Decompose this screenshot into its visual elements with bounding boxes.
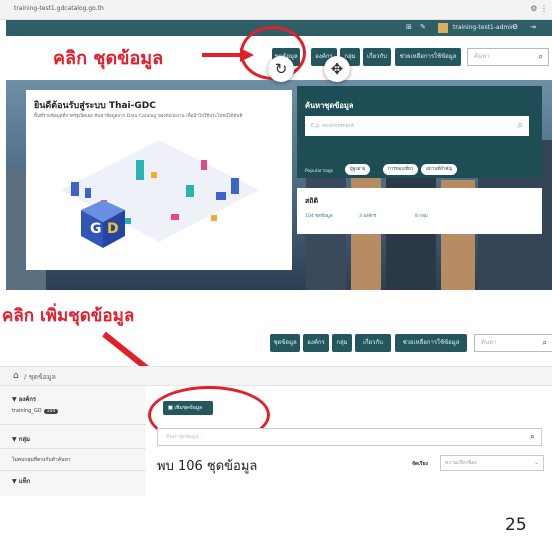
count-badge: 104 bbox=[43, 409, 59, 414]
tag-chip[interactable]: ผู้สูงอายุ bbox=[345, 164, 371, 175]
dataset-search-input[interactable]: E.g. environment ⌕ bbox=[305, 116, 529, 136]
facet-group-heading[interactable]: ▼ กลุ่ม bbox=[12, 434, 30, 444]
search-placeholder: ค้นหา bbox=[474, 53, 490, 60]
welcome-title: ยินดีต้อนรับสู่ระบบ Thai-GDC bbox=[34, 101, 156, 111]
settings-icon[interactable]: ⚙ bbox=[512, 23, 518, 31]
home-icon[interactable]: ⌂ bbox=[13, 371, 19, 381]
slide: training-test1.gdcatalog.go.th ⚙ ⋮ ⊞ ✎ t… bbox=[0, 0, 552, 552]
divider bbox=[0, 448, 146, 449]
stats-card: สถิติ 104 ชุดข้อมูล 3 องค์กร 8 กลุ่ม bbox=[297, 188, 542, 234]
facet-group-empty: ไม่พบกลุ่มที่ตรงกับคำค้นหา bbox=[12, 457, 71, 463]
nav-groups[interactable]: กลุ่ม bbox=[332, 334, 352, 352]
facet-org-name: training_GD bbox=[12, 408, 42, 414]
url-text: training-test1.gdcatalog.go.th bbox=[14, 5, 104, 12]
stat-groups[interactable]: 8 กลุ่ม bbox=[415, 212, 428, 219]
nav-search-input[interactable]: ค้นหา ⌕ bbox=[474, 334, 552, 352]
results-count: พบ 106 ชุดข้อมูล bbox=[157, 459, 258, 474]
edit-icon[interactable]: ✎ bbox=[420, 23, 426, 31]
sort-select[interactable]: ความเกี่ยวข้อง ⌄ bbox=[440, 455, 544, 471]
sort-label: จัดเรียง bbox=[412, 461, 428, 467]
user-name[interactable]: training-test1-admin bbox=[453, 24, 515, 31]
browser-address-bar[interactable]: training-test1.gdcatalog.go.th ⚙ ⋮ bbox=[0, 0, 552, 20]
rotate-icon[interactable]: ↻ bbox=[268, 56, 294, 82]
welcome-card: ยินดีต้อนรับสู่ระบบ Thai-GDC พื้นที่รวมข… bbox=[26, 90, 292, 270]
tag-chip[interactable]: สถานที่สำคัญ bbox=[421, 164, 458, 175]
facet-sidebar: ▼ องค์กร training_GD 104 ▼ กลุ่ม ไม่พบกลุ… bbox=[0, 386, 146, 496]
facet-org-label: องค์กร bbox=[18, 396, 37, 403]
facet-group-label: กลุ่ม bbox=[18, 436, 30, 443]
nav-search-input[interactable]: ค้นหา ⌕ bbox=[467, 48, 549, 66]
move-icon[interactable]: ✥ bbox=[324, 56, 350, 82]
popular-tags-label: Popular tags bbox=[305, 169, 334, 174]
search-placeholder: ค้นหา bbox=[481, 339, 497, 346]
nav-organizations[interactable]: องค์กร bbox=[303, 334, 329, 352]
sort-value: ความเกี่ยวข้อง bbox=[445, 460, 477, 466]
page-number: 25 bbox=[505, 515, 527, 535]
stat-organizations[interactable]: 3 องค์กร bbox=[359, 212, 376, 219]
search-icon[interactable]: ⌕ bbox=[543, 335, 547, 351]
search-icon[interactable]: ⌕ bbox=[530, 429, 535, 445]
search-icon[interactable]: ⌕ bbox=[539, 49, 543, 65]
search-input-placeholder: E.g. environment bbox=[311, 123, 354, 129]
svg-text:G: G bbox=[90, 221, 102, 237]
main-nav: ชุดข้อมูล องค์กร กลุ่ม เกี่ยวกับ ช่วยเหล… bbox=[0, 330, 552, 356]
breadcrumb-datasets[interactable]: / ชุดข้อมูล bbox=[24, 372, 56, 383]
search-heading: ค้นหาชุดข้อมูล bbox=[305, 101, 354, 110]
welcome-subtitle: พื้นที่รวมข้อมูลที่ภาครัฐเปิดเผย ค้นหาข้… bbox=[34, 114, 243, 119]
stats-heading: สถิติ bbox=[305, 197, 319, 205]
facet-tag-label: แท็ก bbox=[18, 478, 31, 485]
avatar[interactable] bbox=[438, 23, 448, 33]
divider bbox=[0, 424, 146, 425]
filter-placeholder: ค้นหาชุดข้อมูล... bbox=[166, 434, 204, 440]
facet-org-item[interactable]: training_GD 104 bbox=[12, 408, 59, 414]
dataset-filter-input[interactable]: ค้นหาชุดข้อมูล... ⌕ bbox=[157, 428, 542, 446]
dashboard-icon[interactable]: ⊞ bbox=[406, 23, 412, 31]
nav-about[interactable]: เกี่ยวกับ bbox=[363, 48, 391, 66]
nav-about[interactable]: เกี่ยวกับ bbox=[355, 334, 391, 352]
facet-org-heading[interactable]: ▼ องค์กร bbox=[12, 394, 36, 404]
nav-help[interactable]: ช่วยเหลือการใช้ข้อมูล bbox=[395, 48, 461, 66]
chevron-down-icon: ⌄ bbox=[533, 459, 539, 466]
extensions-icon[interactable]: ⚙ ⋮ bbox=[530, 4, 548, 13]
search-icon[interactable]: ⌕ bbox=[517, 116, 523, 136]
divider bbox=[0, 470, 146, 471]
stat-datasets[interactable]: 104 ชุดข้อมูล bbox=[305, 212, 333, 219]
svg-text:D: D bbox=[107, 221, 119, 237]
callout-click-datasets: คลิก ชุดข้อมูล bbox=[53, 48, 164, 69]
nav-help[interactable]: ช่วยเหลือการใช้ข้อมูล bbox=[395, 334, 467, 352]
isometric-illustration: G D bbox=[61, 140, 259, 248]
breadcrumb: ⌂ / ชุดข้อมูล bbox=[0, 366, 552, 386]
logout-icon[interactable]: ⇥ bbox=[530, 23, 536, 31]
callout-click-add-dataset: คลิก เพิ่มชุดข้อมูล bbox=[2, 306, 135, 326]
dataset-search-card: ค้นหาชุดข้อมูล E.g. environment ⌕ Popula… bbox=[297, 86, 542, 178]
facet-tag-heading[interactable]: ▼ แท็ก bbox=[12, 476, 30, 486]
nav-datasets[interactable]: ชุดข้อมูล bbox=[270, 334, 300, 352]
tag-chip[interactable]: การท่องเที่ยว bbox=[383, 164, 419, 175]
